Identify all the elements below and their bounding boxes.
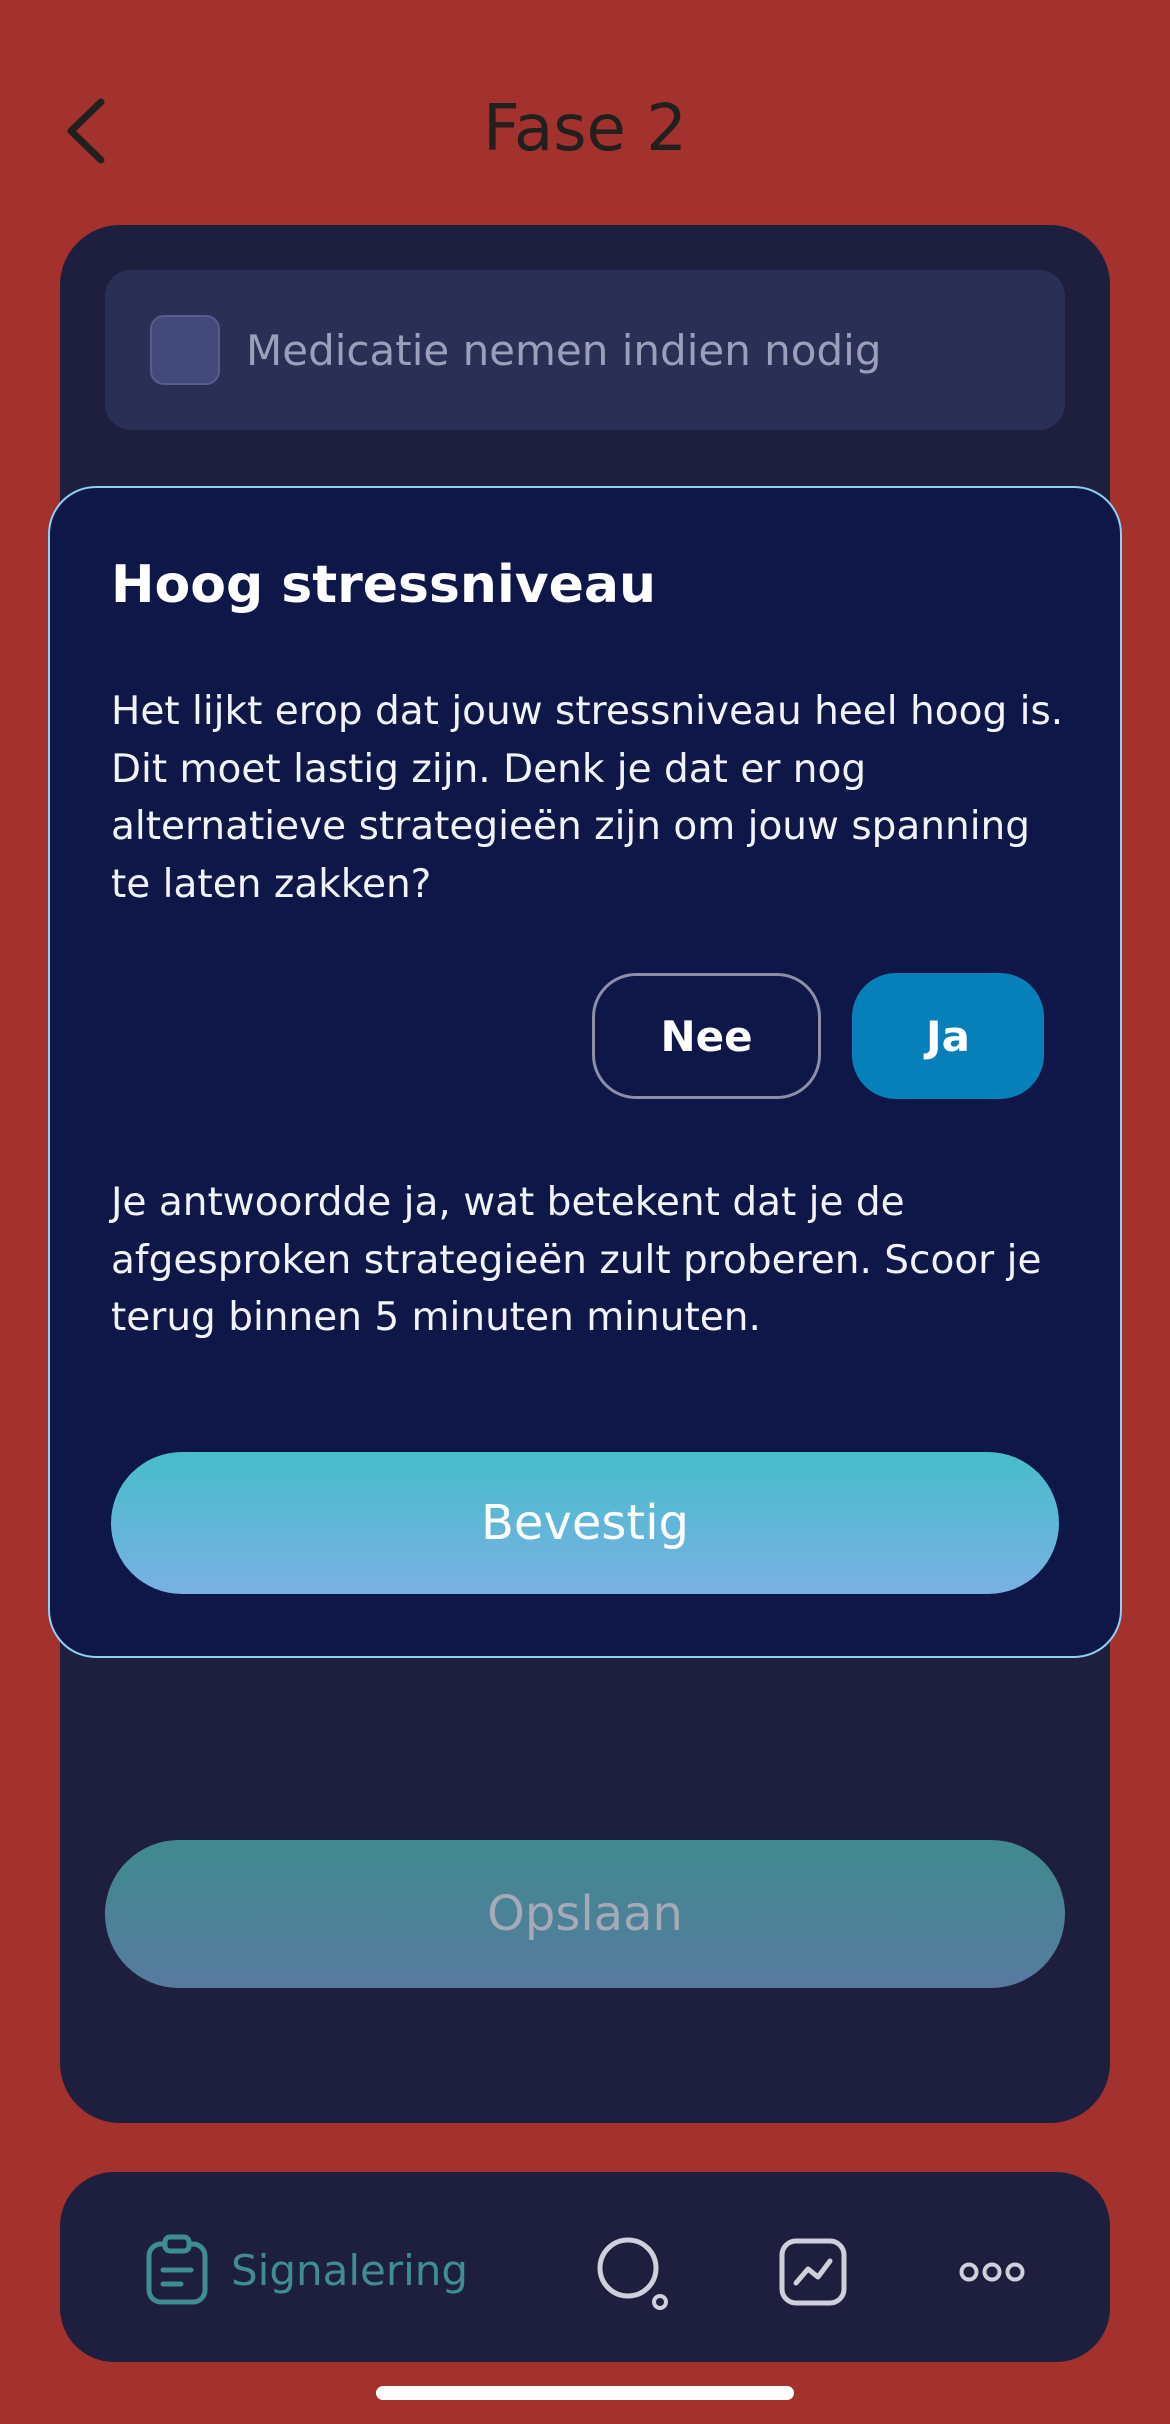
checkbox[interactable] [150,315,220,385]
home-indicator [376,2386,794,2400]
tab-signalering-label: Signalering [231,2245,469,2295]
confirm-button[interactable]: Bevestig [111,1452,1059,1594]
search-icon [597,2237,668,2310]
clipboard-icon [146,2234,208,2305]
chart-icon [779,2238,847,2306]
checklist-item-label: Medicatie nemen indien nodig [246,325,882,375]
tab-chart[interactable] [778,2237,848,2307]
modal-body-text: Het lijkt erop dat jouw stressniveau hee… [111,689,1064,907]
tab-search[interactable] [596,2236,672,2312]
yes-button[interactable]: Ja [852,973,1044,1099]
answer-text: Je antwoordde ja, wat betekent dat je de… [111,1180,1042,1340]
checklist-item[interactable]: Medicatie nemen indien nodig [105,270,1065,430]
page-title: Fase 2 [483,92,687,166]
tab-more[interactable] [958,2258,1026,2286]
tab-signalering[interactable]: Signalering [145,2230,468,2310]
save-button[interactable]: Opslaan [105,1840,1065,1988]
more-icon [959,2262,1025,2282]
modal-title: Hoog stressniveau [111,555,657,615]
no-button[interactable]: Nee [592,973,821,1099]
